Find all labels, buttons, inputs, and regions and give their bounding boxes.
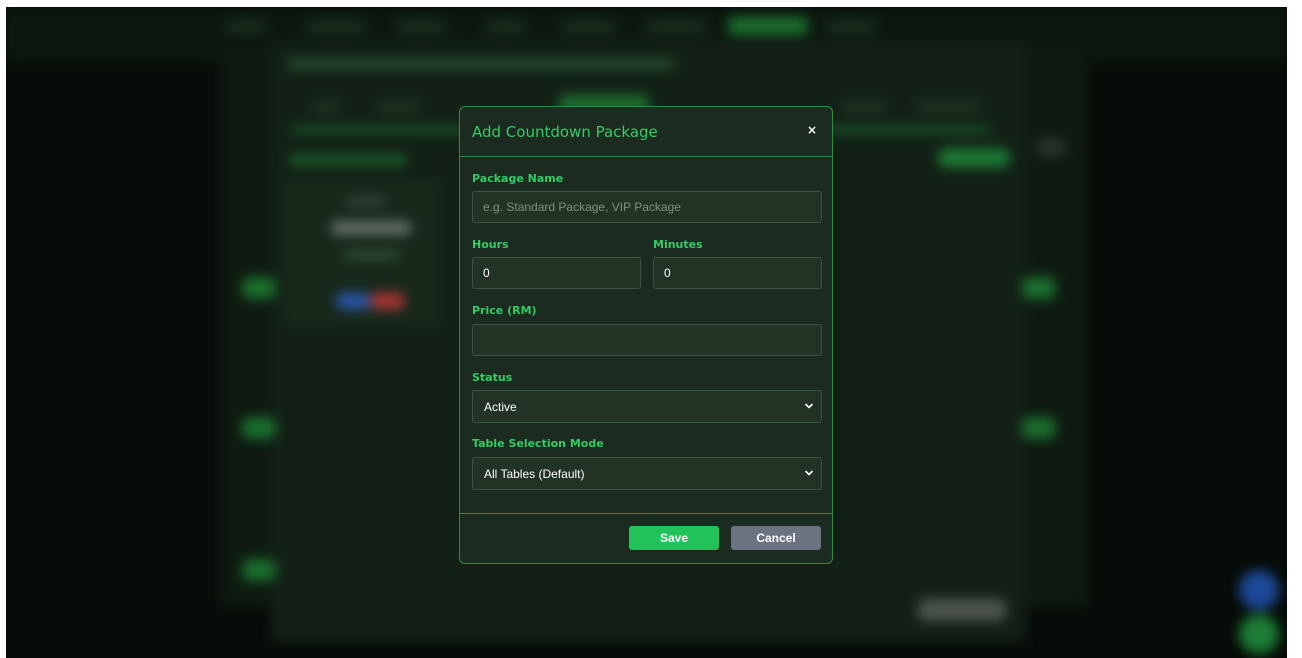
close-icon[interactable]: × xyxy=(804,122,820,138)
background-footer-button xyxy=(918,599,1006,621)
background-side-button xyxy=(242,417,276,439)
background-side-button xyxy=(1022,277,1056,299)
status-selected-value: Active xyxy=(484,399,517,414)
background-card-line xyxy=(346,199,386,205)
package-name-label: Package Name xyxy=(472,172,564,185)
background-add-button xyxy=(938,149,1010,167)
chevron-down-icon xyxy=(805,470,813,476)
background-side-button xyxy=(242,559,276,581)
background-breadcrumb xyxy=(286,59,676,69)
modal-title: Add Countdown Package xyxy=(472,123,658,141)
background-card-edit xyxy=(336,293,371,309)
modal-header: Add Countdown Package × xyxy=(460,107,832,157)
background-subtab xyxy=(376,100,421,114)
package-name-input[interactable] xyxy=(472,191,822,223)
save-button[interactable]: Save xyxy=(629,526,719,550)
hours-input[interactable] xyxy=(472,257,641,289)
background-side-button xyxy=(242,277,276,299)
table-selection-mode-select[interactable]: All Tables (Default) xyxy=(472,457,822,490)
minutes-label: Minutes xyxy=(653,238,703,251)
background-card-delete xyxy=(370,293,405,309)
background-side-button xyxy=(1022,417,1056,439)
background-subtab xyxy=(916,100,981,114)
background-fab-blue xyxy=(1239,570,1279,610)
background-tab xyxy=(826,21,876,33)
add-countdown-package-modal: Add Countdown Package × Package Name Hou… xyxy=(459,106,833,564)
cancel-button[interactable]: Cancel xyxy=(731,526,821,550)
price-input[interactable] xyxy=(472,324,822,356)
app-frame: Add Countdown Package × Package Name Hou… xyxy=(6,7,1287,658)
background-tab xyxy=(486,21,526,33)
background-tab xyxy=(396,21,446,33)
modal-footer: Save Cancel xyxy=(460,513,832,563)
background-tab xyxy=(561,21,616,33)
status-select[interactable]: Active xyxy=(472,390,822,423)
price-label: Price (RM) xyxy=(472,304,537,317)
background-side-control xyxy=(1036,137,1066,157)
table-selection-mode-label: Table Selection Mode xyxy=(472,437,604,450)
hours-label: Hours xyxy=(472,238,509,251)
background-tab-active xyxy=(728,17,808,35)
table-selection-mode-selected-value: All Tables (Default) xyxy=(484,466,585,481)
modal-body: Package Name Hours Minutes Price (RM) St… xyxy=(460,157,832,514)
background-fab-green xyxy=(1239,614,1279,654)
chevron-down-icon xyxy=(805,403,813,409)
background-section-title xyxy=(288,155,408,165)
background-tab xyxy=(646,21,706,33)
background-tab xyxy=(226,21,266,33)
background-card-line xyxy=(331,222,411,234)
background-card-line xyxy=(344,252,399,258)
minutes-input[interactable] xyxy=(653,257,822,289)
status-label: Status xyxy=(472,371,513,384)
background-subtab xyxy=(311,100,341,114)
background-subtab xyxy=(841,100,886,114)
background-tab xyxy=(306,21,366,33)
